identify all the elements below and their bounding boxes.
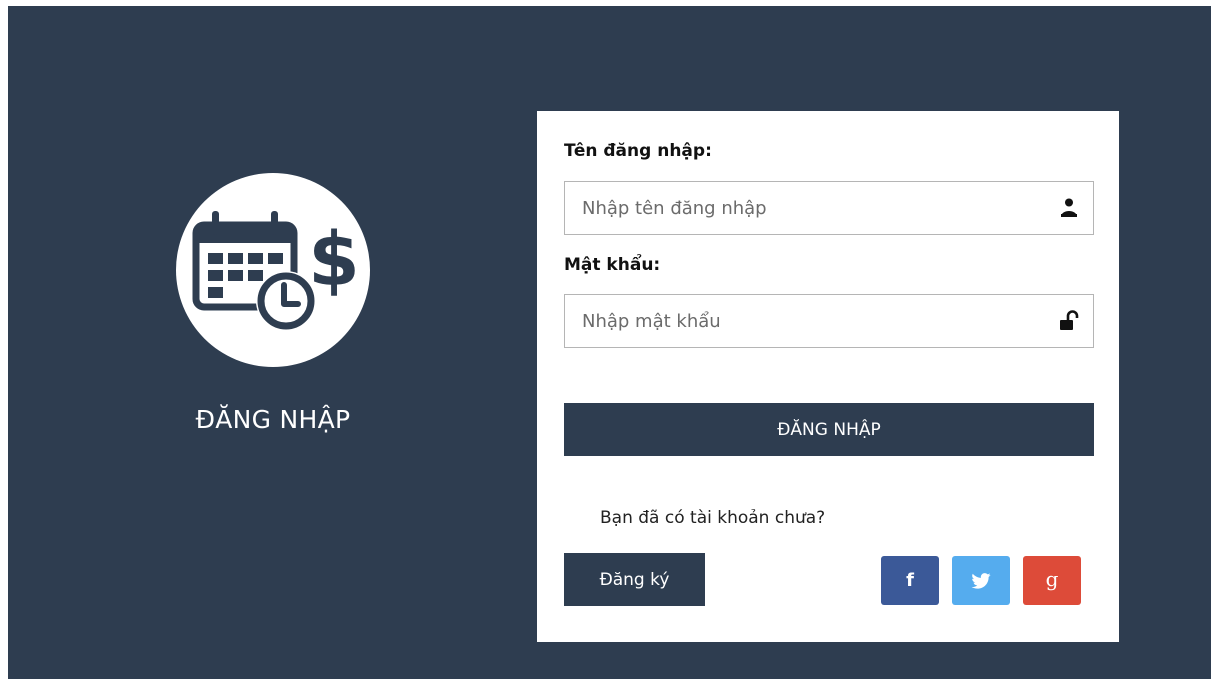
register-question: Bạn đã có tài khoản chưa? [600, 508, 826, 528]
register-button[interactable]: Đăng ký [564, 553, 705, 606]
login-card: Tên đăng nhập: Mật khẩu: ĐĂNG NHẬP Bạn đ… [537, 111, 1119, 642]
calendar-clock-dollar-icon: $ [192, 211, 360, 331]
google-plus-icon: g [1045, 566, 1059, 591]
password-label: Mật khẩu: [564, 255, 661, 275]
brand-title: ĐĂNG NHẬP [195, 405, 351, 434]
username-input[interactable] [565, 182, 1045, 234]
logo: $ [176, 173, 370, 367]
username-field[interactable] [564, 181, 1094, 235]
username-label: Tên đăng nhập: [564, 141, 712, 161]
facebook-icon: f [906, 569, 914, 591]
unlock-icon [1060, 310, 1079, 330]
user-icon [1061, 198, 1077, 217]
facebook-login-button[interactable]: f [881, 556, 939, 605]
password-field[interactable] [564, 294, 1094, 348]
login-button[interactable]: ĐĂNG NHẬP [564, 403, 1094, 456]
twitter-icon [971, 572, 991, 589]
google-login-button[interactable]: g [1023, 556, 1081, 605]
svg-text:$: $ [308, 217, 360, 303]
twitter-login-button[interactable] [952, 556, 1010, 605]
password-input[interactable] [565, 295, 1045, 347]
